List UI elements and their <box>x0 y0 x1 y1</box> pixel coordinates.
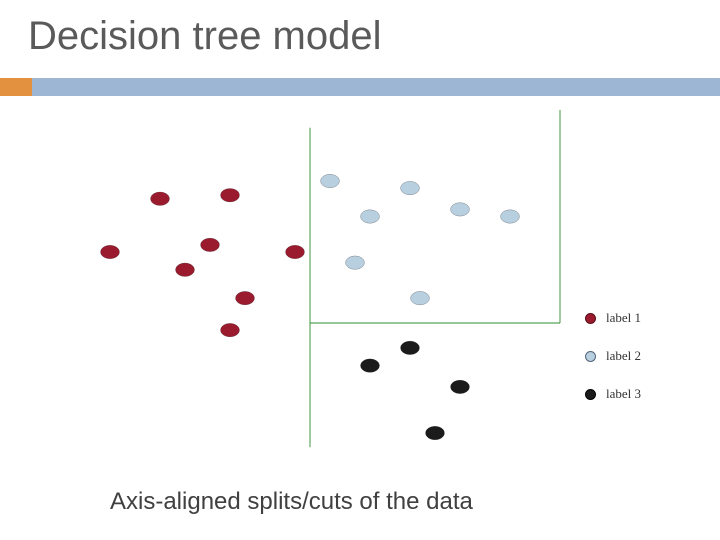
circle-icon <box>585 389 596 400</box>
data-point <box>151 192 170 205</box>
legend-item-2: label 2 <box>585 348 641 364</box>
slide: Decision tree model label 1 label 2 labe… <box>0 0 720 540</box>
data-point <box>501 210 520 223</box>
accent-blue-block <box>32 78 720 96</box>
data-point <box>236 291 255 304</box>
data-point <box>176 263 195 276</box>
scatter-plot <box>70 110 570 465</box>
legend: label 1 label 2 label 3 <box>585 310 641 424</box>
data-point <box>101 245 120 258</box>
circle-icon <box>585 351 596 362</box>
data-point <box>221 323 240 336</box>
legend-label: label 3 <box>606 386 641 402</box>
circle-icon <box>585 313 596 324</box>
legend-item-1: label 1 <box>585 310 641 326</box>
page-title: Decision tree model <box>28 14 382 59</box>
data-point <box>451 380 470 393</box>
legend-item-3: label 3 <box>585 386 641 402</box>
data-point <box>451 203 470 216</box>
data-point <box>286 245 305 258</box>
accent-bar <box>0 78 720 96</box>
data-point <box>221 188 240 201</box>
data-point <box>426 426 445 439</box>
data-point <box>401 181 420 194</box>
data-point <box>346 256 365 269</box>
caption: Axis-aligned splits/cuts of the data <box>110 488 473 516</box>
data-point <box>201 238 220 251</box>
data-point <box>411 291 430 304</box>
legend-label: label 1 <box>606 310 641 326</box>
data-point <box>321 174 340 187</box>
accent-orange-block <box>0 78 32 96</box>
data-point <box>361 359 380 372</box>
data-point <box>401 341 420 354</box>
legend-label: label 2 <box>606 348 641 364</box>
data-point <box>361 210 380 223</box>
